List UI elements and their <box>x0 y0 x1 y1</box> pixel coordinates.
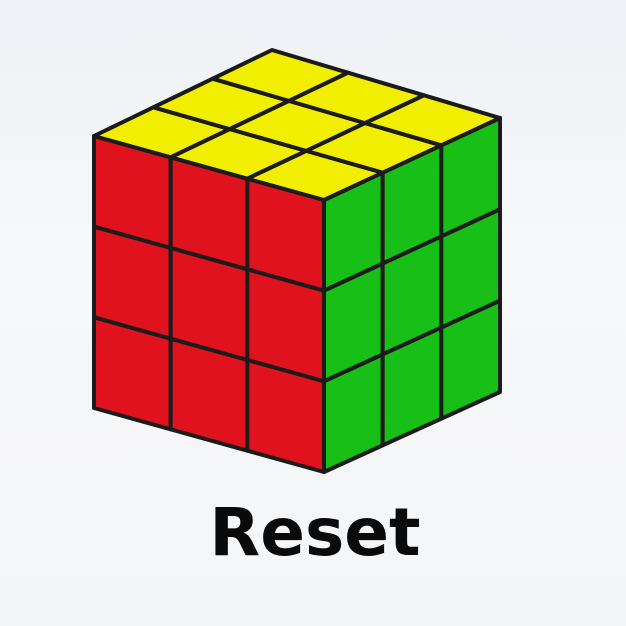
reset-label: Reset <box>209 493 421 571</box>
reset-button[interactable]: Reset <box>180 484 450 580</box>
